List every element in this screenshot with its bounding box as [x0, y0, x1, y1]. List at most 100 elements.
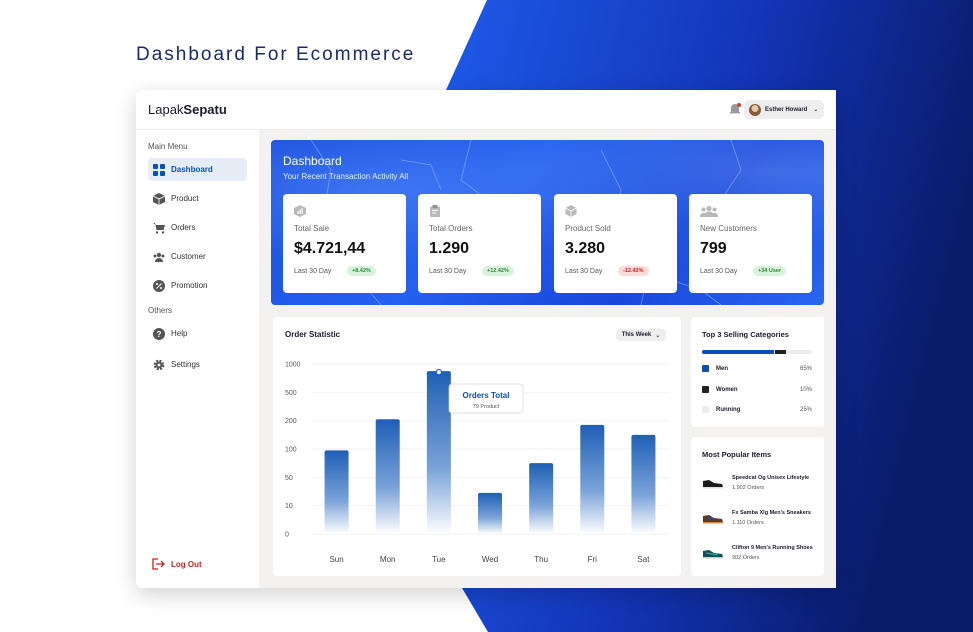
sidebar-item-label: Settings: [171, 360, 200, 369]
category-name: Men: [716, 365, 728, 372]
item-name: Clifton 9 Men's Running Shoes: [732, 545, 813, 551]
stat-period: Last 30 Day: [294, 268, 332, 275]
order-statistic-panel: Order Statistic This Week ⌄ 1000 500 200 10…: [273, 317, 681, 576]
sidebar-item-dashboard[interactable]: Dashboard: [148, 158, 247, 181]
sneaker-brown-icon: [703, 515, 723, 524]
chart-bar-sun[interactable]: [324, 450, 349, 534]
y-tick-label: 100: [285, 447, 297, 454]
chart-box-icon: [294, 205, 306, 217]
stat-label: Total Sale: [294, 224, 330, 233]
y-tick-label: 1000: [285, 362, 301, 369]
x-tick-label: Tue: [432, 555, 446, 564]
chart-bar-tue[interactable]: [426, 371, 451, 534]
logout-icon: [152, 558, 165, 570]
list-item[interactable]: Speedcat Og Unisex Lifestyle 1.902 Order…: [702, 473, 824, 497]
x-tick-label: Wed: [482, 555, 498, 564]
sidebar-item-label: Promotion: [171, 281, 208, 290]
avatar: [749, 103, 761, 116]
chart-bar-fri[interactable]: [580, 424, 605, 534]
item-orders: 1.902 Orders: [732, 485, 765, 491]
sidebar-item-promotion[interactable]: Promotion: [148, 274, 247, 297]
sneaker-teal-icon: [703, 550, 723, 559]
category-share-women: [774, 350, 786, 354]
stat-period: Last 30 Day: [700, 268, 738, 275]
y-tick-label: 200: [285, 418, 297, 425]
dashboard-banner: Dashboard Your Recent Transaction Activi…: [271, 140, 824, 305]
top-categories-panel: Top 3 Selling Categories Men 65% Women 1…: [691, 317, 824, 427]
y-tick-label: 50: [285, 475, 293, 482]
popular-items-panel: Most Popular Items Speedcat Og Unisex Li…: [691, 437, 824, 576]
stat-label: Product Sold: [565, 224, 611, 233]
item-orders: 1.110 Orders: [732, 520, 764, 526]
category-percent: 25%: [799, 406, 812, 413]
chart-bar-mon[interactable]: [375, 419, 400, 534]
status-badge: -12.42%: [618, 266, 649, 276]
cube-icon: [565, 205, 577, 217]
item-name: Speedcat Og Unisex Lifestyle: [732, 475, 810, 481]
stat-card-product-sold[interactable]: Product Sold 3.280 Last 30 Day -12.42%: [554, 194, 677, 293]
category-swatch: [702, 365, 709, 372]
stat-card-new-customers[interactable]: New Customers 799 Last 30 Day +34 User: [689, 194, 812, 293]
stat-card-total-sale[interactable]: Total Sale $4.721,44 Last 30 Day +8.42%: [283, 194, 406, 293]
category-row: Men 65%: [702, 365, 812, 372]
box-icon: [153, 192, 165, 205]
list-item[interactable]: Fx Samba Xlg Men's Sneakers 1.110 Orders: [702, 508, 824, 532]
banner-subtitle: Your Recent Transaction Activity All: [283, 172, 409, 181]
stat-label: Total Orders: [429, 224, 473, 233]
user-menu[interactable]: Esther Howard ⌄: [744, 100, 824, 119]
order-chart: 100050020010050100Sun Mon Tue Wed Thu Fri Sat …: [285, 362, 669, 564]
stat-card-total-orders[interactable]: Total Orders 1.290 Last 30 Day +12.42%: [418, 194, 541, 293]
sidebar-item-label: Product: [171, 194, 199, 203]
stat-period: Last 30 Day: [429, 268, 467, 275]
category-share-men: [702, 350, 774, 354]
app-logo[interactable]: LapakSepatu: [148, 102, 227, 117]
list-item[interactable]: Clifton 9 Men's Running Shoes 902 Orders: [702, 543, 824, 567]
sidebar-item-customer[interactable]: Customer: [148, 245, 247, 268]
sidebar-item-product[interactable]: Product: [148, 187, 247, 210]
logout-button[interactable]: Log Out: [152, 558, 202, 570]
chart-bar-wed[interactable]: [478, 492, 502, 534]
chevron-down-icon: ⌄: [813, 107, 819, 113]
users-icon: [153, 252, 165, 262]
chart-bar-thu[interactable]: [529, 463, 554, 534]
category-percent: 65%: [799, 365, 812, 372]
category-percent: 10%: [799, 386, 812, 393]
bell-icon[interactable]: [728, 102, 742, 116]
grid-icon: [153, 163, 165, 176]
chart-bar-sat[interactable]: [631, 434, 656, 534]
x-tick-label: Fri: [588, 555, 598, 564]
item-orders: 902 Orders: [732, 555, 760, 561]
group-icon: [700, 205, 718, 217]
sidebar-item-label: Dashboard: [171, 165, 213, 174]
stat-value: $4.721,44: [294, 240, 366, 257]
sneaker-black-icon: [703, 480, 723, 489]
tooltip-title: Orders Total: [463, 391, 510, 400]
y-tick-label: 0: [285, 532, 289, 539]
x-tick-label: Mon: [380, 555, 396, 564]
sidebar-item-label: Orders: [171, 223, 196, 232]
chart-tooltip: Orders Total 79 Product: [448, 383, 524, 414]
sidebar-item-label: Help: [171, 329, 188, 338]
logo-regular-text: Lapak: [148, 102, 184, 117]
main-menu-label: Main Menu: [148, 142, 188, 151]
x-tick-label: Thu: [534, 555, 548, 564]
popular-title: Most Popular Items: [702, 450, 772, 459]
status-badge: +12.42%: [482, 266, 514, 276]
status-badge: +34 User: [753, 266, 787, 276]
sidebar-item-help[interactable]: ? Help: [148, 322, 247, 345]
sidebar-item-settings[interactable]: Settings: [148, 353, 247, 376]
category-swatch: [702, 406, 709, 413]
category-name: Running: [716, 406, 741, 413]
categories-title: Top 3 Selling Categories: [702, 330, 789, 339]
tooltip-subtitle: 79 Product: [473, 404, 500, 410]
category-swatch: [702, 386, 709, 393]
logo-bold-text: Sepatu: [183, 102, 227, 117]
stat-label: New Customers: [700, 224, 757, 233]
sidebar-item-orders[interactable]: Orders: [148, 216, 247, 239]
x-tick-label: Sun: [329, 555, 343, 564]
svg-text:?: ?: [157, 330, 162, 339]
status-badge: +8.42%: [347, 266, 376, 276]
stat-value: 799: [700, 240, 727, 257]
category-share-bar: [702, 350, 812, 354]
help-icon: ?: [153, 327, 165, 340]
